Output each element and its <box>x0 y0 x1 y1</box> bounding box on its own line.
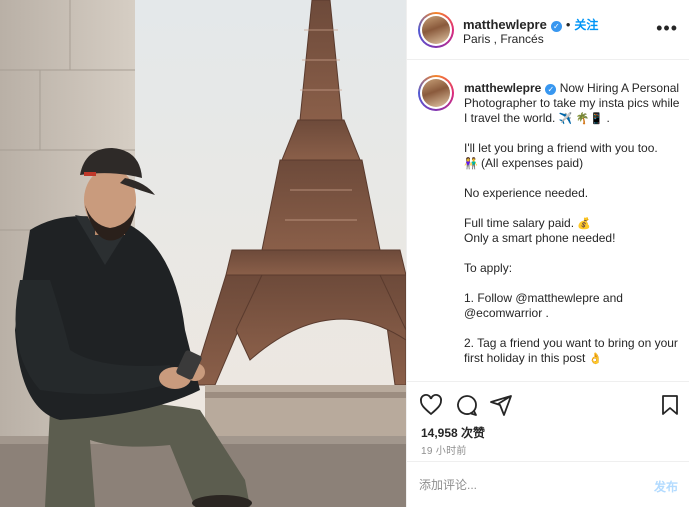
palm-tree-emoji-icon: 🌴 <box>575 113 590 125</box>
post-header: matthewlepre ✓ • 关注 Paris , Francés ••• <box>407 0 689 60</box>
caption-username[interactable]: matthewlepre <box>464 81 541 95</box>
comment-icon[interactable] <box>455 393 479 417</box>
verified-icon: ✓ <box>545 84 557 95</box>
money-bag-emoji-icon: 💰 <box>577 218 592 230</box>
post-caption: matthewlepre ✓ Now Hiring A Personal Phot… <box>464 81 680 365</box>
share-icon[interactable] <box>489 393 513 417</box>
people-emoji-icon: 👫 <box>464 158 478 170</box>
header-user-line: matthewlepre ✓ • 关注 <box>463 16 598 33</box>
caption-text-6: Only a smart phone needed! <box>464 231 616 245</box>
caption-text-2: I'll let you bring a friend with you too… <box>464 141 658 155</box>
caption-text-4: No experience needed. <box>464 186 589 200</box>
follow-button[interactable]: 关注 <box>574 18 598 32</box>
pointing-hand-emoji-icon: 👌 <box>588 353 603 365</box>
comments-area[interactable]: matthewlepre ✓ Now Hiring A Personal Phot… <box>407 61 689 381</box>
heart-icon[interactable] <box>419 393 443 417</box>
post-photo[interactable] <box>0 0 406 507</box>
post-timestamp[interactable]: 19 小时前 <box>421 442 467 457</box>
more-options-button[interactable]: ••• <box>656 18 678 39</box>
caption-text-8: 1. Follow @matthewlepre and @ecomwarrior… <box>464 291 623 320</box>
post-actions: 14,958 次赞 19 小时前 <box>407 381 689 461</box>
caption-text-9: 2. Tag a friend you want to bring on you… <box>464 336 678 365</box>
avatar[interactable] <box>418 12 454 48</box>
bookmark-icon[interactable] <box>658 393 682 417</box>
add-comment-section: 发布 <box>407 461 689 507</box>
verified-icon: ✓ <box>550 21 562 32</box>
username-link[interactable]: matthewlepre <box>463 17 547 32</box>
caption-text-3: (All expenses paid) <box>481 156 584 170</box>
airplane-emoji-icon: ✈️ <box>558 113 573 125</box>
location-link[interactable]: Paris , Francés <box>463 32 544 46</box>
caption-text-5: Full time salary paid. <box>464 216 575 230</box>
caption-text-7: To apply: <box>464 261 513 275</box>
phone-emoji-icon: 📱 <box>589 113 604 125</box>
comment-input[interactable] <box>419 472 639 498</box>
separator-dot: • <box>565 17 571 32</box>
photo-illustration <box>0 0 406 507</box>
likes-count[interactable]: 14,958 次赞 <box>421 424 485 441</box>
caption-avatar[interactable] <box>418 75 454 111</box>
post-comment-button[interactable]: 发布 <box>654 478 678 495</box>
post-detail-panel: matthewlepre ✓ • 关注 Paris , Francés ••• mat… <box>406 0 689 507</box>
